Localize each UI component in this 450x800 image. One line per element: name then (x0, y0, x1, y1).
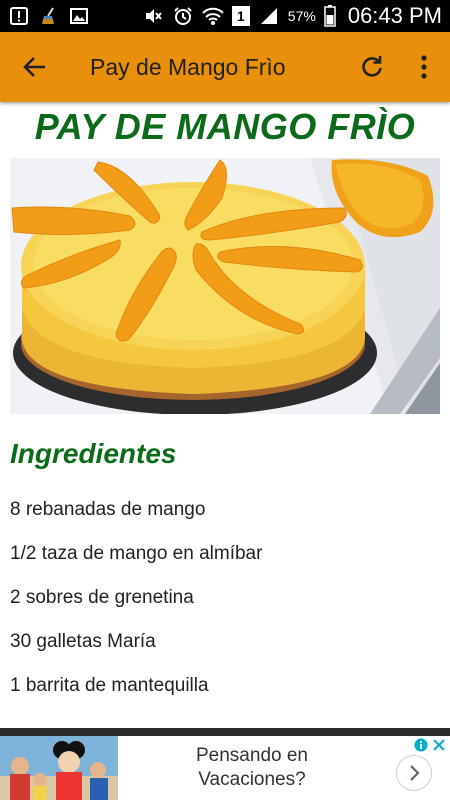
alarm-icon (172, 5, 194, 27)
signal-icon (258, 5, 280, 27)
notification-alert-icon (8, 5, 30, 27)
battery-percent: 57% (287, 8, 316, 24)
recipe-title: PAY DE MANGO FRÌO (34, 106, 416, 147)
ad-image[interactable] (0, 736, 118, 800)
ad-divider (0, 728, 450, 736)
broom-icon (38, 5, 60, 27)
overflow-menu-button[interactable] (398, 32, 450, 102)
ingredient-item: 2 sobres de grenetina (10, 587, 194, 608)
sim-badge: 1 (231, 6, 250, 26)
more-vert-icon (421, 55, 427, 79)
wifi-icon (202, 5, 224, 27)
app-toolbar: Pay de Mango Frìo (0, 32, 450, 102)
ad-open-button[interactable] (396, 755, 432, 791)
mute-icon (142, 5, 164, 27)
status-bar: 1 57% 06:43 PM (0, 0, 450, 32)
toolbar-title: Pay de Mango Frìo (90, 53, 286, 80)
ad-banner[interactable]: Pensando en Vacaciones? (0, 736, 450, 800)
clock-time: 06:43 PM (347, 3, 442, 28)
mango-cheesecake-photo (10, 158, 440, 414)
ad-headline-line2: Vacaciones? (198, 769, 306, 790)
image-icon (68, 5, 90, 27)
ad-text[interactable]: Pensando en Vacaciones? (118, 744, 396, 792)
refresh-icon (362, 56, 382, 77)
ad-choices (414, 738, 446, 752)
back-arrow-icon (23, 57, 45, 77)
chevron-right-icon (410, 765, 420, 781)
ad-close-icon[interactable] (432, 738, 446, 752)
ingredients-heading: Ingredientes (10, 438, 177, 469)
status-bar-system: 1 57% 06:43 PM (142, 3, 442, 29)
ingredient-item: 8 rebanadas de mango (10, 499, 206, 520)
ingredients-list: 8 rebanadas de mango 1/2 taza de mango e… (0, 488, 450, 708)
battery-icon (324, 5, 336, 27)
ingredient-item: 1/2 taza de mango en almíbar (10, 543, 263, 564)
back-button[interactable] (0, 32, 70, 102)
refresh-button[interactable] (346, 32, 398, 102)
ingredient-item: 30 galletas María (10, 631, 156, 652)
ad-headline-line1: Pensando en (196, 745, 308, 766)
recipe-content[interactable]: PAY DE MANGO FRÌO Ingredientes 8 rebanad… (0, 102, 450, 728)
ingredient-item: 1 barrita de mantequilla (10, 675, 209, 696)
status-bar-notifications (8, 5, 90, 27)
ad-info-icon[interactable] (414, 738, 428, 752)
